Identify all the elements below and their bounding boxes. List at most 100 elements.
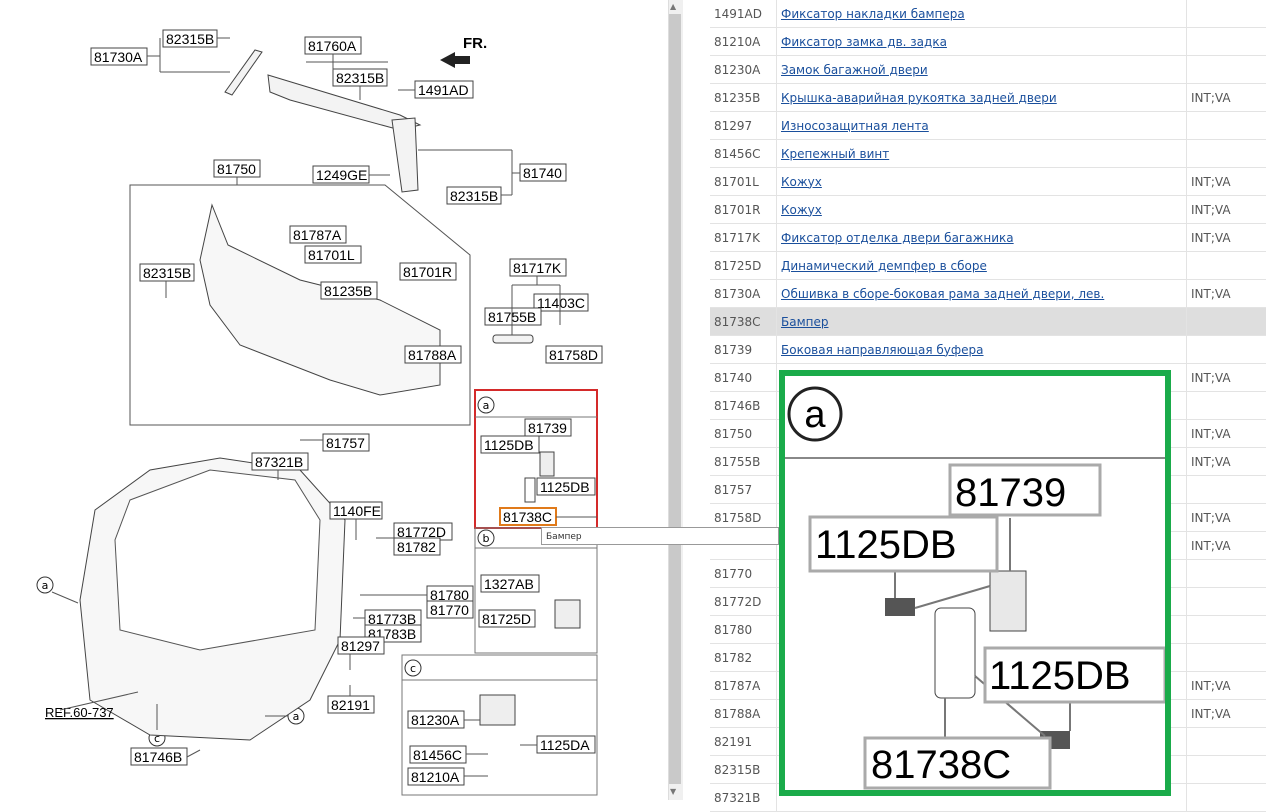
damper-81725D-part [555, 600, 580, 628]
label-81773B[interactable]: 81773B [365, 610, 421, 627]
label-1140FE[interactable]: 1140FE [330, 502, 382, 519]
label-81210A[interactable]: 81210A [408, 768, 464, 785]
zoom-label-81738C[interactable]: 81738C [865, 738, 1050, 788]
part-name-link[interactable]: Бампер [781, 315, 828, 329]
part-code: 81750 [710, 420, 777, 448]
part-name-cell: Обшивка в сборе-боковая рама задней двер… [777, 280, 1187, 308]
svg-text:1125DB: 1125DB [989, 654, 1131, 698]
label-81758D[interactable]: 81758D [546, 346, 602, 363]
part-name-link[interactable]: Крепежный винт [781, 147, 889, 161]
parts-row[interactable]: 81456CКрепежный винт [710, 140, 1266, 168]
part-model [1187, 616, 1266, 644]
label-82315B-mid[interactable]: 82315B [333, 69, 387, 86]
svg-text:81787A: 81787A [293, 227, 342, 243]
part-name-link[interactable]: Боковая направляющая буфера [781, 343, 984, 357]
label-81456C[interactable]: 81456C [410, 746, 466, 763]
label-81782[interactable]: 81782 [394, 538, 440, 555]
parts-row[interactable]: 81230AЗамок багажной двери [710, 56, 1266, 84]
label-81757[interactable]: 81757 [323, 434, 369, 451]
parts-row[interactable]: 81297Износозащитная лента [710, 112, 1266, 140]
svg-text:81717K: 81717K [513, 260, 562, 276]
parts-row[interactable]: 81701LКожухINT;VA [710, 168, 1266, 196]
part-code: 81235B [710, 84, 777, 112]
label-1327AB[interactable]: 1327AB [481, 575, 539, 592]
part-name-link[interactable]: Износозащитная лента [781, 119, 929, 133]
parts-row[interactable]: 81725DДинамический демпфер в сборе [710, 252, 1266, 280]
part-name-link[interactable]: Фиксатор отделка двери багажника [781, 231, 1014, 245]
label-82315B-right[interactable]: 82315B [447, 187, 501, 204]
zoom-label-81739[interactable]: 81739 [950, 465, 1100, 515]
exploded-diagram: a b c a b a c FR. 82315B 81730A 81760A 8… [0, 0, 684, 810]
part-model: INT;VA [1187, 672, 1266, 700]
label-81740[interactable]: 81740 [520, 164, 566, 181]
label-11403C[interactable]: 11403C [534, 294, 588, 311]
zoom-section-letter: a [804, 394, 826, 436]
parts-row[interactable]: 81730AОбшивка в сборе-боковая рама задне… [710, 280, 1266, 308]
part-name-link[interactable]: Фиксатор замка дв. задка [781, 35, 947, 49]
zoom-label-1125DB-lower[interactable]: 1125DB [985, 648, 1165, 702]
label-81770[interactable]: 81770 [427, 601, 473, 618]
parts-row[interactable]: 1491ADФиксатор накладки бампера [710, 0, 1266, 28]
part-name-cell: Кожух [777, 168, 1187, 196]
label-1249GE[interactable]: 1249GE [313, 166, 369, 183]
label-81755B[interactable]: 81755B [485, 308, 541, 325]
label-81780[interactable]: 81780 [427, 586, 473, 603]
scroll-up-arrow-icon[interactable]: ▲ [670, 2, 676, 11]
parts-row[interactable]: 81701RКожухINT;VA [710, 196, 1266, 224]
label-81717K[interactable]: 81717K [510, 259, 566, 276]
part-name-link[interactable]: Динамический демпфер в сборе [781, 259, 987, 273]
parts-diagram-pane: a b c a b a c FR. 82315B 81730A 81760A 8… [0, 0, 684, 810]
label-82315B-left[interactable]: 82315B [140, 264, 194, 281]
svg-text:81750: 81750 [217, 161, 256, 177]
label-1491AD[interactable]: 1491AD [415, 81, 473, 98]
label-81730A[interactable]: 81730A [91, 48, 147, 65]
label-82191[interactable]: 82191 [328, 696, 374, 713]
zoom-label-1125DB-upper[interactable]: 1125DB [810, 517, 997, 571]
parts-row[interactable]: 81717KФиксатор отделка двери багажникаIN… [710, 224, 1266, 252]
label-1125DB-lower[interactable]: 1125DB [537, 478, 595, 495]
label-81746B[interactable]: 81746B [131, 748, 187, 765]
svg-text:82315B: 82315B [143, 265, 191, 281]
part-name-link[interactable]: Обшивка в сборе-боковая рама задней двер… [781, 287, 1104, 301]
part-name-link[interactable]: Кожух [781, 203, 822, 217]
label-81297[interactable]: 81297 [338, 637, 384, 654]
label-81788A[interactable]: 81788A [405, 346, 461, 363]
label-81230A[interactable]: 81230A [408, 711, 464, 728]
label-81739[interactable]: 81739 [525, 419, 571, 436]
label-81750[interactable]: 81750 [214, 160, 260, 177]
label-81725D[interactable]: 81725D [479, 610, 535, 627]
part-code: 81701L [710, 168, 777, 196]
part-model [1187, 392, 1266, 420]
parts-row[interactable]: 81739Боковая направляющая буфера [710, 336, 1266, 364]
part-code: 81757 [710, 476, 777, 504]
label-87321B[interactable]: 87321B [252, 453, 308, 470]
label-81701L[interactable]: 81701L [305, 246, 361, 263]
parts-row[interactable]: 81235B Крышка-аварийная рукоятка задней д… [710, 84, 1266, 112]
label-81235B[interactable]: 81235B [321, 282, 377, 299]
label-1125DA[interactable]: 1125DA [537, 736, 595, 753]
label-81760A[interactable]: 81760A [305, 37, 361, 54]
part-name-link[interactable]: Крышка-аварийная рукоятка задней двери [781, 91, 1057, 105]
label-81772D[interactable]: 81772D [394, 523, 452, 540]
label-82315B-top[interactable]: 82315B [163, 30, 217, 47]
zoom-detail-svg: a 81739 1125DB 1125DB 81738C [785, 376, 1165, 790]
svg-text:87321B: 87321B [255, 454, 303, 470]
label-81787A[interactable]: 81787A [290, 226, 346, 243]
label-1125DB-upper[interactable]: 1125DB [481, 436, 539, 453]
scroll-down-arrow-icon[interactable]: ▼ [670, 787, 676, 796]
part-name-cell: Кожух [777, 196, 1187, 224]
part-name-link[interactable]: Фиксатор накладки бампера [781, 7, 965, 21]
parts-row[interactable]: 81210AФиксатор замка дв. задка [710, 28, 1266, 56]
bumper-81738C-part [525, 478, 535, 502]
diagram-scrollbar-thumb[interactable] [669, 14, 681, 784]
svg-text:1125DB: 1125DB [540, 479, 590, 495]
parts-row[interactable]: 81738CБампер [710, 308, 1266, 336]
svg-text:81758D: 81758D [549, 347, 598, 363]
part-name-link[interactable]: Кожух [781, 175, 822, 189]
tailgate-glass-area [115, 470, 320, 650]
svg-text:1125DA: 1125DA [540, 737, 590, 753]
part-name-cell: Замок багажной двери [777, 56, 1187, 84]
part-name-link[interactable]: Замок багажной двери [781, 63, 928, 77]
label-81738C-selected[interactable]: 81738C [500, 508, 556, 525]
label-81701R[interactable]: 81701R [400, 263, 456, 280]
